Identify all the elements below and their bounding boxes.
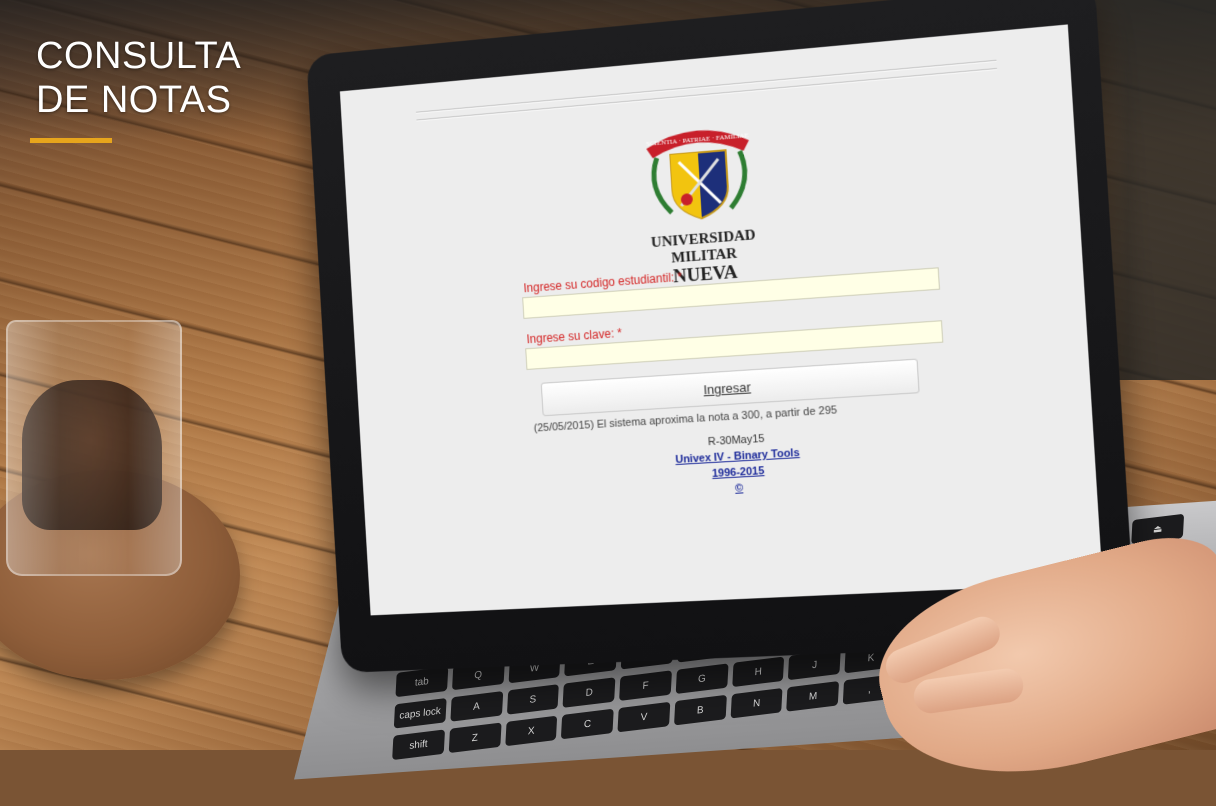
glass-cup [6,320,182,576]
keyboard-key: S [506,684,559,715]
keyboard-key: M [787,681,840,712]
keyboard-key: V [618,702,671,733]
keyboard-key: H [732,656,785,687]
keyboard-key: Z [448,723,501,754]
keyboard-key: caps lock [394,698,447,729]
login-form: Ingrese su codigo estudiantil: * Ingrese… [521,251,952,508]
slide-title-line1: CONSULTA [36,34,241,78]
title-accent-bar [30,138,112,143]
keyboard-key: N [730,688,783,719]
keyboard-key: G [676,663,729,694]
keyboard-key: shift [392,729,445,760]
slide-title-line2: DE NOTAS [36,78,241,122]
keyboard-key: B [674,695,727,726]
keyboard-key: tab [395,667,448,698]
keyboard-key: C [561,709,614,740]
page-footer: R-30May15 Univex IV - Binary Tools 1996-… [531,420,952,508]
keyboard-key: D [563,677,616,708]
slide-title: CONSULTA DE NOTAS [36,34,241,122]
keyboard-key: A [450,691,503,722]
laptop-screen: SCIENTIA · PATRIAE · FAMILIAE UNIVERSIDA… [340,24,1103,615]
header-rule [416,60,997,114]
laptop-lid: SCIENTIA · PATRIAE · FAMILIAE UNIVERSIDA… [306,0,1136,673]
university-crest-icon: SCIENTIA · PATRIAE · FAMILIAE [637,110,762,231]
keyboard-key: F [619,670,672,701]
keyboard-key: X [505,716,558,747]
